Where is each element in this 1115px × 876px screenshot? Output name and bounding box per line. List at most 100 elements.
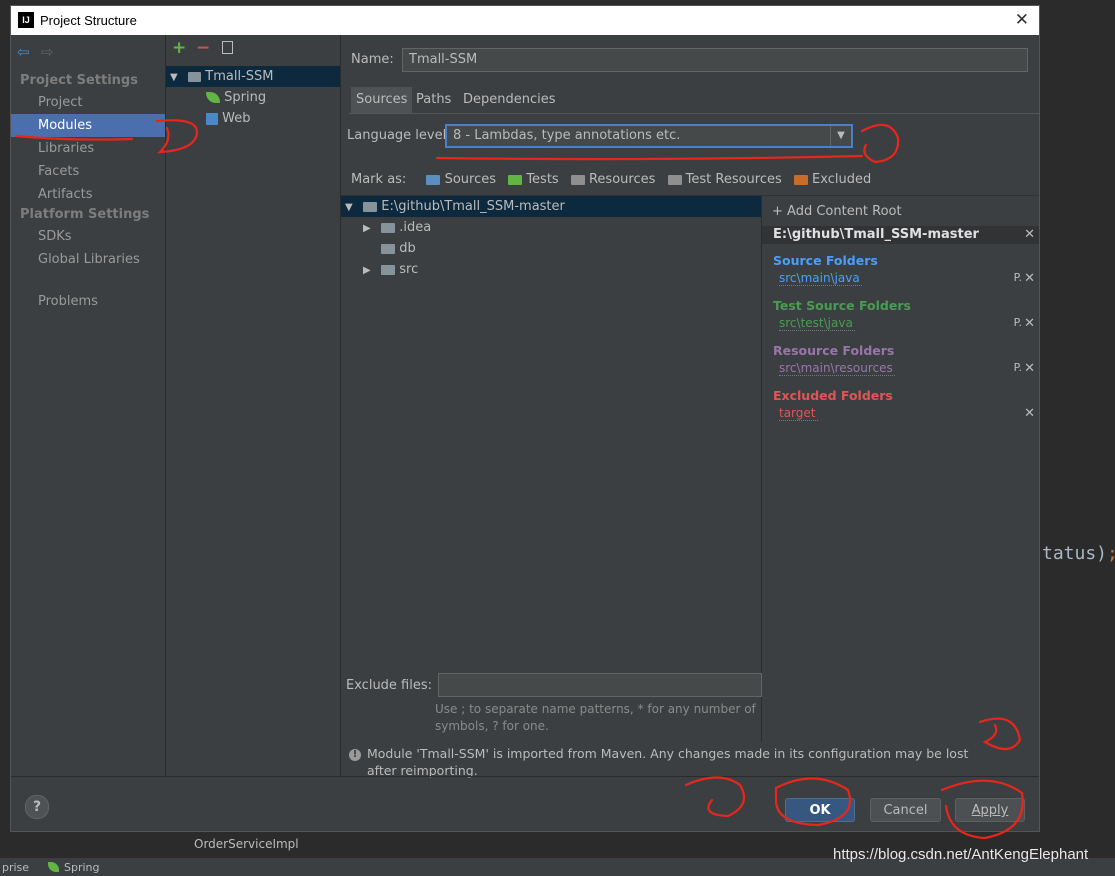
sidebar-item-libraries[interactable]: Libraries bbox=[11, 137, 165, 160]
mark-as-excluded[interactable]: Excluded bbox=[793, 172, 871, 187]
exclude-files-label: Exclude files: bbox=[346, 678, 433, 693]
mark-as-resources[interactable]: Resources bbox=[570, 172, 655, 187]
tests-folder-icon bbox=[508, 174, 523, 185]
tree-item-db[interactable]: db bbox=[341, 238, 761, 259]
test-folder-row: src\test\java P. ✕ bbox=[762, 316, 1039, 334]
remove-root-icon[interactable]: ✕ bbox=[1024, 226, 1035, 244]
tree-item-label: E:\github\Tmall_SSM-master bbox=[381, 199, 565, 214]
close-icon[interactable]: ✕ bbox=[1015, 10, 1029, 30]
remove-icon[interactable]: − bbox=[196, 38, 210, 58]
module-tree-item-web[interactable]: Web bbox=[166, 108, 340, 129]
exclude-files-input[interactable] bbox=[438, 673, 762, 697]
remove-folder-icon[interactable]: ✕ bbox=[1024, 316, 1035, 331]
sidebar-item-problems[interactable]: Problems bbox=[11, 290, 165, 313]
tree-item-src[interactable]: ▶ src bbox=[341, 259, 761, 280]
source-folder-path[interactable]: src\main\java bbox=[779, 271, 862, 286]
content-root-path: E:\github\Tmall_SSM-master bbox=[773, 227, 979, 242]
sidebar-item-sdks[interactable]: SDKs bbox=[11, 225, 165, 248]
editor-background bbox=[1040, 0, 1115, 875]
folder-icon bbox=[381, 222, 396, 233]
tab-sources[interactable]: Sources bbox=[351, 87, 413, 113]
status-spring-tab[interactable]: Spring bbox=[64, 861, 100, 874]
content-root-header: E:\github\Tmall_SSM-master ✕ bbox=[762, 226, 1039, 244]
web-icon bbox=[206, 112, 218, 125]
back-arrow-icon[interactable]: ⇦ bbox=[17, 43, 30, 61]
add-content-root-button[interactable]: + Add Content Root bbox=[772, 204, 902, 219]
help-button[interactable]: ? bbox=[25, 795, 49, 819]
language-level-value: 8 - Lambdas, type annotations etc. bbox=[453, 128, 681, 143]
facet-label: Spring bbox=[224, 90, 267, 105]
module-tree-item-spring[interactable]: Spring bbox=[166, 87, 340, 108]
package-prefix-icon[interactable]: P. bbox=[1014, 361, 1022, 374]
folder-icon bbox=[363, 201, 378, 212]
sidebar-item-artifacts[interactable]: Artifacts bbox=[11, 183, 165, 206]
platform-settings-header: Platform Settings bbox=[20, 207, 150, 222]
forward-arrow-icon[interactable]: ⇨ bbox=[41, 43, 54, 61]
mark-as-label: Mark as: bbox=[351, 172, 407, 187]
facet-label: Web bbox=[222, 111, 251, 126]
module-config-panel: Name: Tmall-SSM Sources Paths Dependenci… bbox=[341, 35, 1039, 778]
excluded-folder-row: target ✕ bbox=[762, 406, 1039, 424]
dialog-titlebar: IJ Project Structure ✕ bbox=[11, 6, 1039, 35]
expand-arrow-icon[interactable]: ▼ bbox=[345, 197, 359, 218]
test-resources-folder-icon bbox=[667, 174, 682, 185]
excluded-folder-icon bbox=[793, 174, 808, 185]
tree-item-idea[interactable]: ▶ .idea bbox=[341, 217, 761, 238]
tab-dependencies[interactable]: Dependencies bbox=[458, 87, 561, 113]
resource-folder-row: src\main\resources P. ✕ bbox=[762, 361, 1039, 379]
settings-sidebar: ⇦ ⇨ Project Settings Project Modules Lib… bbox=[11, 35, 166, 776]
content-root-panel: + Add Content Root E:\github\Tmall_SSM-m… bbox=[762, 196, 1039, 742]
remove-folder-icon[interactable]: ✕ bbox=[1024, 406, 1035, 421]
modules-tree-panel: + − ▼ Tmall-SSM Spring Web bbox=[166, 35, 341, 776]
project-settings-header: Project Settings bbox=[20, 73, 138, 88]
apply-button[interactable]: Apply bbox=[955, 798, 1025, 822]
mark-as-tests[interactable]: Tests bbox=[508, 172, 559, 187]
add-icon[interactable]: + bbox=[172, 38, 186, 58]
remove-folder-icon[interactable]: ✕ bbox=[1024, 271, 1035, 286]
dialog-title: Project Structure bbox=[40, 13, 137, 28]
folder-icon bbox=[381, 243, 396, 254]
test-folder-path[interactable]: src\test\java bbox=[779, 316, 855, 331]
ok-button[interactable]: OK bbox=[785, 798, 855, 822]
mark-as-tests-label: Tests bbox=[526, 172, 559, 187]
language-level-select[interactable]: 8 - Lambdas, type annotations etc. ▼ bbox=[445, 124, 853, 148]
mark-as-test-resources-label: Test Resources bbox=[685, 172, 782, 187]
remove-folder-icon[interactable]: ✕ bbox=[1024, 361, 1035, 376]
sidebar-item-project[interactable]: Project bbox=[11, 91, 165, 114]
copy-icon[interactable] bbox=[222, 41, 233, 54]
watermark: https://blog.csdn.net/AntKengElephant bbox=[833, 846, 1089, 863]
mark-as-test-resources[interactable]: Test Resources bbox=[667, 172, 782, 187]
tree-item-label: db bbox=[399, 241, 416, 256]
excluded-folder-path[interactable]: target bbox=[779, 406, 818, 421]
project-structure-dialog: IJ Project Structure ✕ ⇦ ⇨ Project Setti… bbox=[10, 5, 1040, 832]
module-tree-item-tmall-ssm[interactable]: ▼ Tmall-SSM bbox=[166, 66, 340, 87]
footer-divider bbox=[11, 776, 1039, 777]
resource-folders-title: Resource Folders bbox=[773, 343, 895, 358]
tree-item-root[interactable]: ▼ E:\github\Tmall_SSM-master bbox=[341, 196, 761, 217]
intellij-logo-icon: IJ bbox=[18, 12, 34, 28]
exclude-files-hint: Use ; to separate name patterns, * for a… bbox=[435, 702, 756, 733]
cancel-button[interactable]: Cancel bbox=[870, 798, 941, 822]
module-name-field[interactable]: Tmall-SSM bbox=[402, 48, 1028, 72]
resource-folder-path[interactable]: src\main\resources bbox=[779, 361, 895, 376]
package-prefix-icon[interactable]: P. bbox=[1014, 271, 1022, 284]
expand-arrow-icon[interactable]: ▼ bbox=[170, 67, 184, 88]
sources-folder-icon bbox=[426, 174, 441, 185]
package-prefix-icon[interactable]: P. bbox=[1014, 316, 1022, 329]
chevron-down-icon[interactable]: ▼ bbox=[830, 126, 851, 146]
sidebar-item-global-libraries[interactable]: Global Libraries bbox=[11, 248, 165, 271]
sidebar-item-modules[interactable]: Modules bbox=[11, 114, 165, 137]
tab-divider bbox=[349, 113, 1039, 114]
expand-arrow-icon[interactable]: ▶ bbox=[363, 218, 377, 239]
module-folder-icon bbox=[188, 71, 202, 82]
mark-as-sources[interactable]: Sources bbox=[426, 172, 496, 187]
sidebar-item-facets[interactable]: Facets bbox=[11, 160, 165, 183]
tab-paths[interactable]: Paths bbox=[411, 87, 456, 113]
expand-arrow-icon[interactable]: ▶ bbox=[363, 260, 377, 281]
resources-folder-icon bbox=[570, 174, 585, 185]
name-label: Name: bbox=[351, 52, 394, 67]
content-root-tree: ▼ E:\github\Tmall_SSM-master ▶ .idea db … bbox=[341, 196, 762, 742]
source-folder-row: src\main\java P. ✕ bbox=[762, 271, 1039, 289]
module-label: Tmall-SSM bbox=[205, 69, 274, 84]
status-left-text: prise bbox=[2, 861, 30, 874]
